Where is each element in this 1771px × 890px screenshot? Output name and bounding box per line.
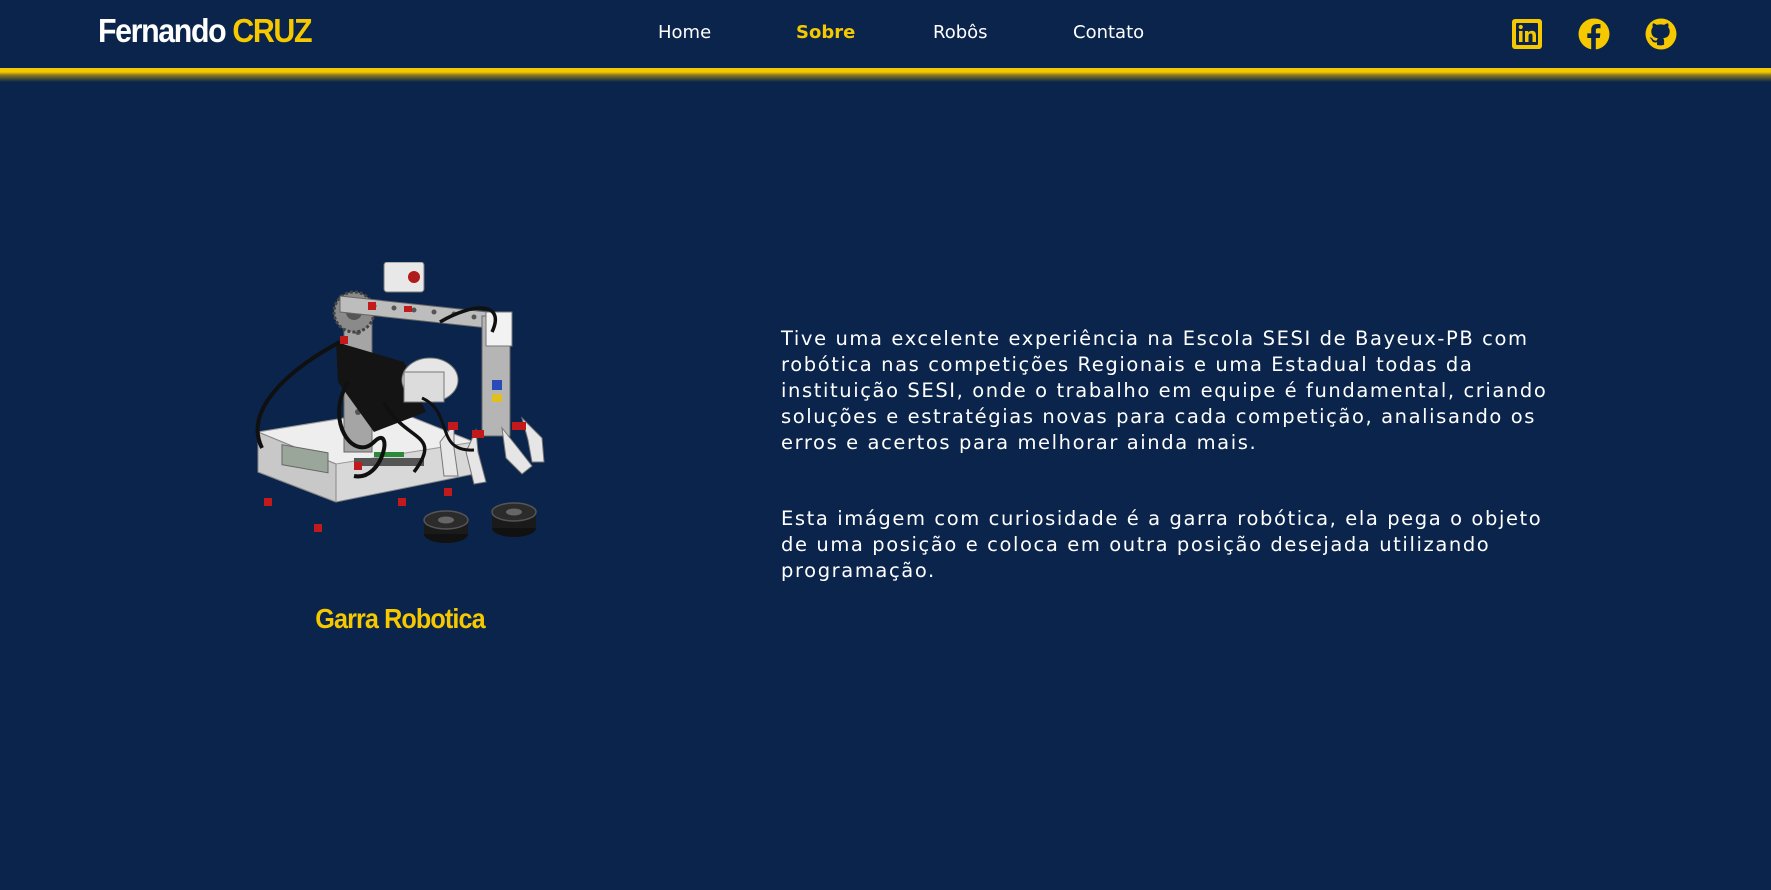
nav-contato[interactable]: Contato (1073, 22, 1144, 43)
site-header: Fernando CRUZ Home Sobre Robôs Contato (0, 0, 1771, 70)
about-paragraph-1: Tive uma excelente experiência na Escola… (781, 327, 1548, 454)
nav-robos[interactable]: Robôs (933, 22, 988, 43)
robot-claw-image (244, 261, 564, 562)
nav-home[interactable]: Home (658, 22, 711, 43)
logo-last-name: CRUZ (232, 12, 312, 49)
about-paragraph-2: Esta imágem com curiosidade é a garra ro… (781, 507, 1543, 582)
header-underline (0, 68, 1771, 82)
facebook-icon[interactable] (1577, 17, 1611, 51)
wheel-left (423, 510, 469, 543)
wheel-right (491, 502, 537, 537)
github-icon[interactable] (1644, 17, 1678, 51)
logo[interactable]: Fernando CRUZ (98, 12, 313, 50)
image-caption: Garra Robotica (315, 603, 485, 634)
logo-first-name: Fernando (98, 12, 227, 49)
linkedin-icon[interactable] (1510, 17, 1544, 51)
nav-sobre[interactable]: Sobre (796, 22, 855, 43)
